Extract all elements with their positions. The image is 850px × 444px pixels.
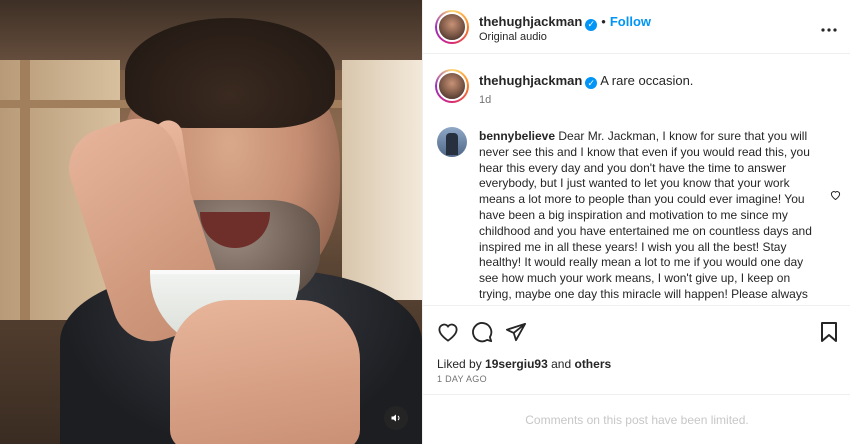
heart-icon[interactable] xyxy=(436,320,460,344)
post-date[interactable]: 1 DAY AGO xyxy=(437,374,487,384)
caption-timestamp[interactable]: 1d xyxy=(479,94,491,106)
caption-username[interactable]: thehughjackman xyxy=(479,73,582,88)
more-options-icon[interactable] xyxy=(821,17,837,35)
follow-button[interactable]: Follow xyxy=(610,14,651,29)
author-avatar[interactable] xyxy=(435,10,469,44)
likes-prefix: Liked by xyxy=(437,357,482,371)
post-actions xyxy=(423,305,850,359)
bookmark-icon[interactable] xyxy=(817,320,841,344)
comments-limited-notice: Comments on this post have been limited. xyxy=(423,394,850,444)
caption-text: A rare occasion. xyxy=(600,73,694,88)
commenter-avatar[interactable] xyxy=(437,127,467,157)
comment: bennybelieve Dear Mr. Jackman, I know fo… xyxy=(479,129,819,305)
audio-label[interactable]: Original audio xyxy=(479,31,547,43)
separator-dot: • xyxy=(601,14,606,29)
verified-badge-icon: ✓ xyxy=(585,18,598,31)
author-username[interactable]: thehughjackman xyxy=(479,14,582,29)
media-background xyxy=(20,60,30,320)
comment-username[interactable]: bennybelieve xyxy=(479,129,555,143)
liked-by-user[interactable]: 19sergiu93 xyxy=(485,357,548,371)
audio-toggle-button[interactable] xyxy=(384,406,408,430)
media-background xyxy=(342,60,422,300)
caption: thehughjackman ✓ A rare occasion. xyxy=(479,73,693,89)
comment-text: Dear Mr. Jackman, I know for sure that y… xyxy=(479,129,812,305)
author-line: thehughjackman ✓ • Follow xyxy=(479,13,651,31)
caption-avatar[interactable] xyxy=(435,69,469,103)
paper-plane-icon[interactable] xyxy=(504,320,528,344)
likes-summary: Liked by 19sergiu93 and others xyxy=(437,357,611,371)
likes-others[interactable]: others xyxy=(574,357,611,371)
comment-bubble-icon[interactable] xyxy=(470,320,494,344)
post-header: thehughjackman ✓ • Follow Original audio xyxy=(423,0,850,54)
likes-conjunction: and xyxy=(551,357,572,371)
comment-like-heart-icon[interactable] xyxy=(830,190,841,203)
media-subject xyxy=(125,18,335,128)
post-details-panel: thehughjackman ✓ • Follow Original audio th… xyxy=(422,0,850,444)
verified-badge-icon: ✓ xyxy=(585,77,598,89)
post-media[interactable] xyxy=(0,0,422,444)
media-subject xyxy=(170,300,360,444)
speaker-icon xyxy=(391,414,400,422)
comments-list[interactable]: thehughjackman ✓ A rare occasion. 1d benn… xyxy=(423,55,850,305)
